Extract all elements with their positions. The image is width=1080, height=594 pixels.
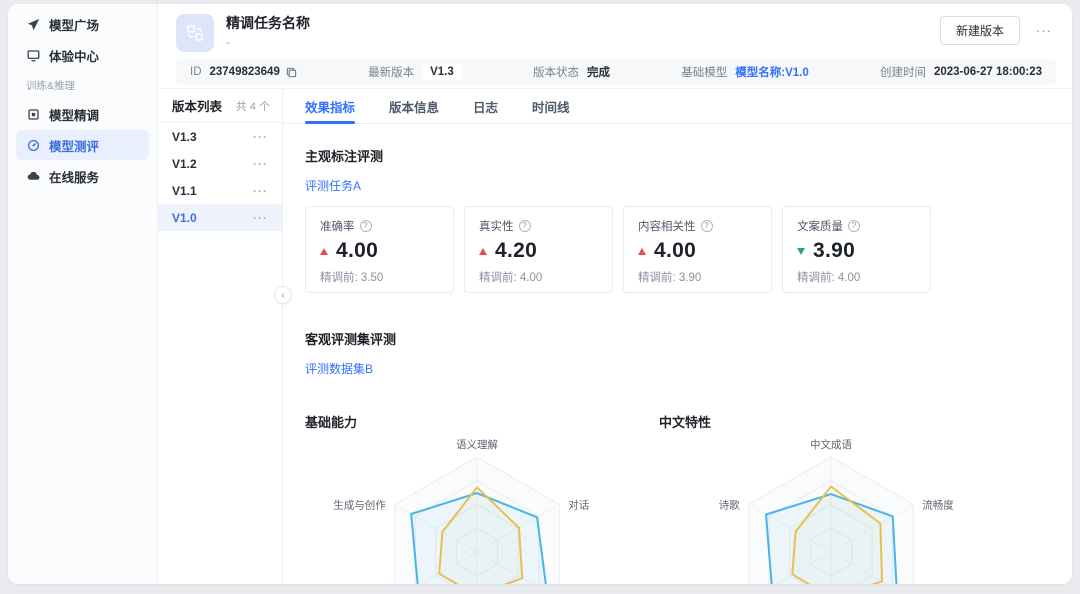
tab-bar: 效果指标 版本信息 日志 时间线 — [283, 89, 1072, 124]
svg-text:语义理解: 语义理解 — [456, 438, 498, 451]
metric-card-relevance: 内容相关性? 4.00 精调前: 3.90 — [623, 206, 772, 293]
version-count: 共 4 个 — [235, 100, 270, 113]
metric-card-truthfulness: 真实性? 4.20 精调前: 4.00 — [464, 206, 613, 293]
objective-section-title: 客观评测集评测 — [305, 332, 397, 347]
base-model-link[interactable]: 模型名称:V1.0 — [735, 64, 809, 80]
svg-text:生成与创作: 生成与创作 — [333, 499, 386, 512]
version-item-v1-3[interactable]: V1.3 ··· — [158, 123, 282, 150]
tab-logs[interactable]: 日志 — [473, 89, 498, 123]
eval-dataset-link[interactable]: 评测数据集B — [305, 360, 373, 377]
gauge-icon — [26, 138, 40, 152]
sidebar-item-label: 模型测评 — [49, 139, 100, 154]
info-field-id: ID 23749823649 — [190, 66, 297, 78]
help-icon[interactable]: ? — [518, 220, 531, 232]
header: 精调任务名称 - 新建版本 ··· ID 23749823649 最新版本 V1… — [158, 4, 1072, 88]
version-list-title: 版本列表 — [172, 100, 223, 114]
radar-chart-chinese-traits: 中文特性 中文成语流畅度语法文学诗歌 — [659, 412, 1013, 584]
sidebar-item-online-service[interactable]: 在线服务 — [16, 161, 149, 191]
task-info-bar: ID 23749823649 最新版本 V1.3 版本状态 完成 基础模型 模型… — [176, 59, 1056, 85]
radar-plot: 语义理解对话逻辑推理代码生成与创作 — [305, 433, 659, 584]
version-more-icon[interactable]: ··· — [253, 184, 268, 198]
sidebar-item-experience-center[interactable]: 体验中心 — [16, 40, 149, 70]
metric-card-accuracy: 准确率? 4.00 精调前: 3.50 — [305, 206, 454, 293]
radar-charts: 基础能力 语义理解对话逻辑推理代码生成与创作 中文特性 中文成语流畅度语法文学诗… — [305, 412, 1056, 584]
version-item-v1-1[interactable]: V1.1 ··· — [158, 177, 282, 204]
radar-chart-basic-ability: 基础能力 语义理解对话逻辑推理代码生成与创作 — [305, 412, 659, 584]
help-icon[interactable]: ? — [848, 220, 860, 232]
metric-card-copy-quality: 文案质量? 3.90 精调前: 4.00 — [782, 206, 931, 293]
trend-up-icon — [479, 247, 487, 255]
svg-text:流畅度: 流畅度 — [922, 499, 954, 512]
help-icon[interactable]: ? — [359, 220, 372, 232]
chip-icon — [26, 107, 40, 121]
sidebar-section-train-infer: 训练&推理 — [26, 79, 76, 92]
tab-metrics[interactable]: 效果指标 — [305, 89, 356, 124]
paper-plane-icon — [26, 17, 40, 31]
task-subtitle: - — [226, 35, 230, 49]
eval-task-link[interactable]: 评测任务A — [305, 177, 361, 194]
metric-cards: 准确率? 4.00 精调前: 3.50 真实性? 4.20 精调前: 4.00 … — [305, 206, 1056, 293]
new-version-button[interactable]: 新建版本 — [939, 16, 1020, 45]
version-more-icon[interactable]: ··· — [253, 130, 268, 144]
trend-up-icon — [638, 247, 646, 255]
chart-title: 中文特性 — [659, 415, 712, 430]
tab-timeline[interactable]: 时间线 — [532, 89, 570, 123]
svg-text:中文成语: 中文成语 — [810, 438, 852, 451]
subjective-section-title: 主观标注评测 — [305, 149, 384, 164]
version-more-icon[interactable]: ··· — [253, 157, 268, 171]
sidebar-item-model-square[interactable]: 模型广场 — [16, 9, 149, 39]
help-icon[interactable]: ? — [700, 220, 713, 232]
copy-icon[interactable] — [286, 67, 297, 78]
version-item-v1-0[interactable]: V1.0 ··· — [158, 204, 282, 231]
version-item-v1-2[interactable]: V1.2 ··· — [158, 150, 282, 177]
task-avatar-icon — [176, 14, 214, 52]
sidebar-item-model-eval[interactable]: 模型测评 — [16, 130, 149, 160]
info-field-version-status: 版本状态 完成 — [533, 64, 610, 80]
more-menu-icon[interactable]: ··· — [1034, 20, 1054, 41]
trend-up-icon — [320, 247, 328, 255]
sidebar-item-label: 模型精调 — [49, 108, 100, 123]
monitor-icon — [26, 48, 40, 62]
cloud-icon — [26, 169, 40, 183]
info-field-latest-version: 最新版本 V1.3 — [368, 64, 462, 80]
radar-plot: 中文成语流畅度语法文学诗歌 — [659, 433, 1013, 584]
panel-collapse-icon[interactable]: ‹ — [274, 286, 292, 304]
sidebar-item-label: 体验中心 — [49, 49, 100, 64]
svg-text:对话: 对话 — [568, 499, 589, 512]
svg-text:诗歌: 诗歌 — [719, 499, 741, 512]
app-window: 模型广场 体验中心 训练&推理 模型精调 模型测评 在线服务 精调任务名称 - … — [8, 4, 1072, 584]
page-title: 精调任务名称 — [226, 15, 310, 31]
version-list-panel: 版本列表 共 4 个 V1.3 ··· V1.2 ··· V1.1 ··· V1… — [158, 88, 283, 584]
sidebar: 模型广场 体验中心 训练&推理 模型精调 模型测评 在线服务 — [8, 4, 158, 584]
info-field-base-model: 基础模型 模型名称:V1.0 — [681, 64, 809, 80]
main-panel: 效果指标 版本信息 日志 时间线 主观标注评测 评测任务A 准确率? 4.00 … — [283, 88, 1072, 584]
info-field-created-time: 创建时间 2023-06-27 18:00:23 — [879, 66, 1043, 79]
sidebar-item-model-finetune[interactable]: 模型精调 — [16, 99, 149, 129]
chart-title: 基础能力 — [305, 415, 358, 430]
trend-down-icon — [797, 247, 805, 255]
status-badge: 完成 — [587, 67, 610, 79]
sidebar-item-label: 在线服务 — [49, 170, 100, 185]
tab-version-info[interactable]: 版本信息 — [389, 89, 439, 123]
sidebar-item-label: 模型广场 — [49, 18, 100, 33]
version-more-icon[interactable]: ··· — [253, 211, 268, 225]
